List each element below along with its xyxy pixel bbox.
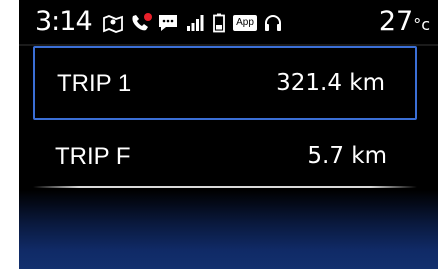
trip-distance: 5.7 km bbox=[307, 143, 387, 169]
app-label: App bbox=[233, 15, 257, 31]
signal-strength-icon bbox=[185, 12, 205, 34]
outside-temperature: 27°c bbox=[379, 6, 430, 37]
status-bar: 3:14 App 27°c bbox=[19, 0, 438, 44]
temperature-value: 27 bbox=[378, 6, 414, 37]
headset-icon bbox=[262, 12, 284, 34]
list-separator bbox=[33, 186, 417, 188]
trip-distance: 321.4 km bbox=[276, 70, 385, 96]
trip-row-1[interactable]: TRIP 1 321.4 km bbox=[33, 46, 417, 120]
trip-label: TRIP F bbox=[55, 143, 131, 170]
display-screen: 3:14 App 27°c TRIP 1 321.4 km TRIP F 5.7… bbox=[19, 0, 438, 269]
message-icon bbox=[156, 12, 180, 34]
temperature-unit: °c bbox=[413, 15, 430, 34]
clock-time: 3:14 bbox=[35, 6, 93, 37]
trip-row-f[interactable]: TRIP F 5.7 km bbox=[33, 121, 417, 195]
battery-icon bbox=[211, 12, 227, 34]
missed-call-icon bbox=[129, 12, 153, 34]
app-icon: App bbox=[232, 12, 258, 34]
navigation-map-icon bbox=[101, 12, 125, 34]
trip-label: TRIP 1 bbox=[57, 70, 132, 97]
